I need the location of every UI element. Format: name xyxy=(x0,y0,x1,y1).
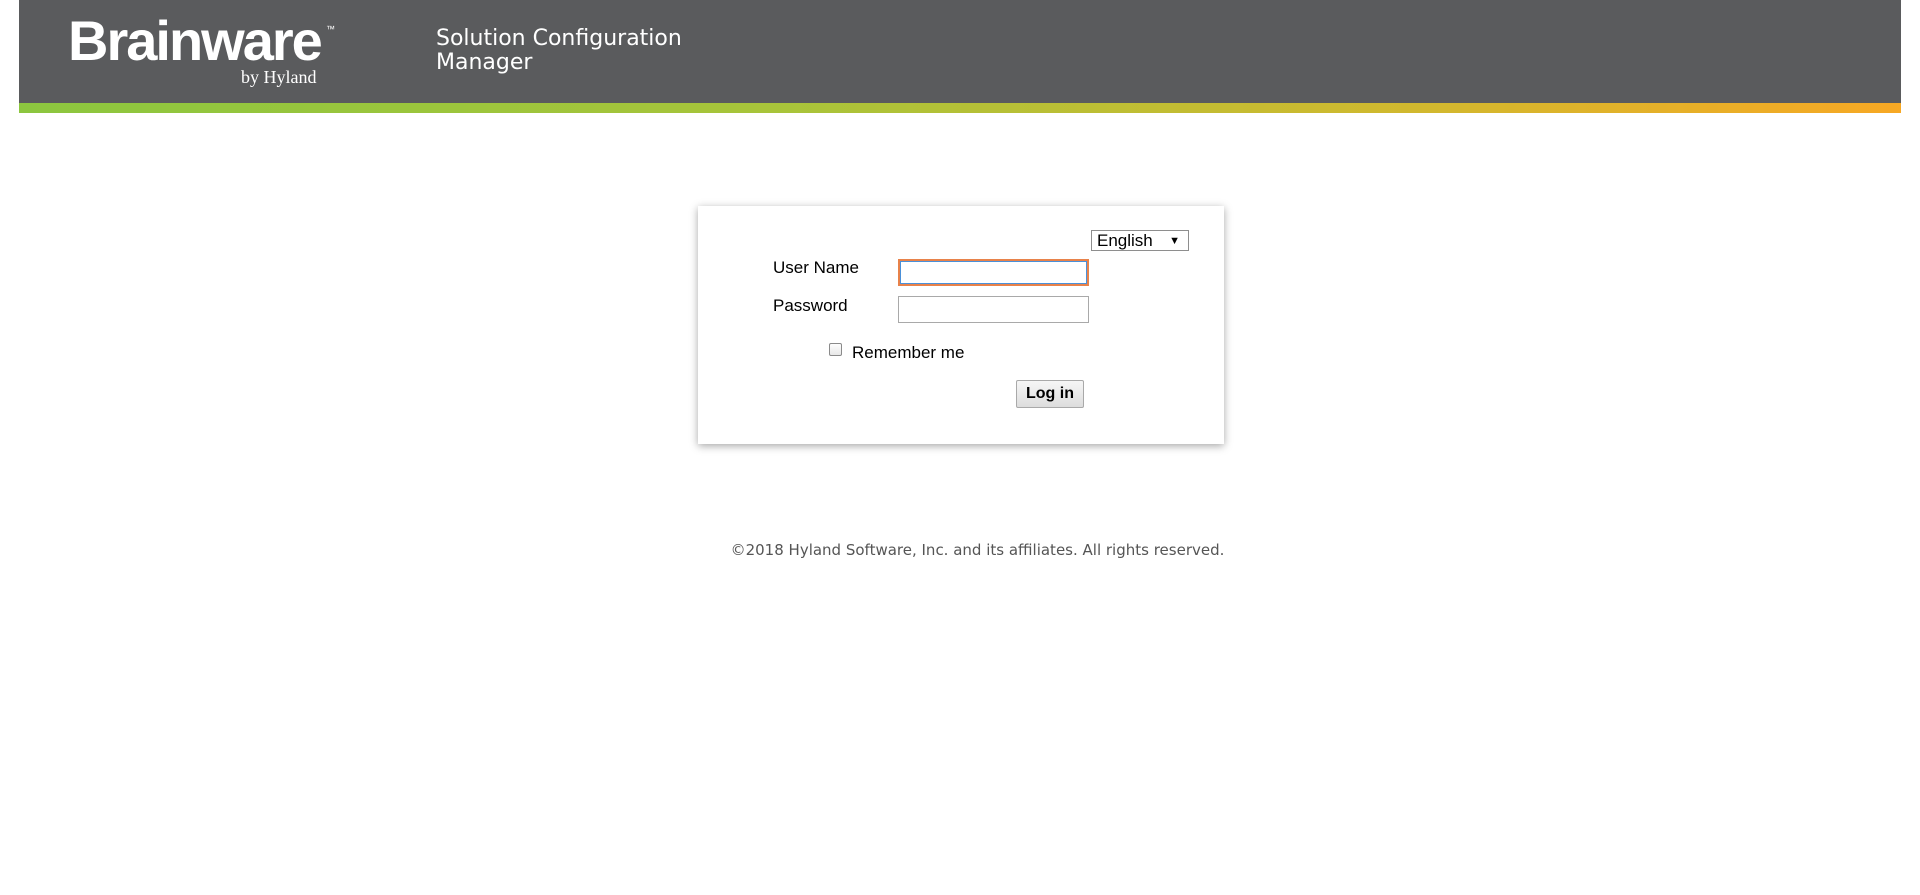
password-label: Password xyxy=(773,296,848,315)
header-bar: Brainware ™ by Hyland Solution Configura… xyxy=(19,0,1901,103)
brainware-logo: Brainware ™ by Hyland xyxy=(68,10,343,90)
logo-trademark: ™ xyxy=(326,24,335,34)
remember-me-label[interactable]: Remember me xyxy=(852,343,964,363)
app-title: Solution Configuration Manager xyxy=(436,26,682,75)
username-label: User Name xyxy=(773,258,859,277)
remember-me-checkbox[interactable] xyxy=(829,343,842,356)
logo-byline: by Hyland xyxy=(241,67,317,87)
language-selected-value: English xyxy=(1097,231,1153,250)
login-button[interactable]: Log in xyxy=(1016,380,1084,408)
footer-copyright: ©2018 Hyland Software, Inc. and its affi… xyxy=(730,541,1225,559)
dropdown-arrow-icon: ▼ xyxy=(1169,235,1180,247)
username-input[interactable] xyxy=(898,259,1089,286)
login-panel: English ▼ User Name Password Remember me… xyxy=(698,206,1224,444)
password-input[interactable] xyxy=(898,296,1089,323)
header-accent-bar xyxy=(19,103,1901,113)
logo-wordmark: Brainware xyxy=(68,9,323,72)
language-select[interactable]: English ▼ xyxy=(1091,230,1189,251)
